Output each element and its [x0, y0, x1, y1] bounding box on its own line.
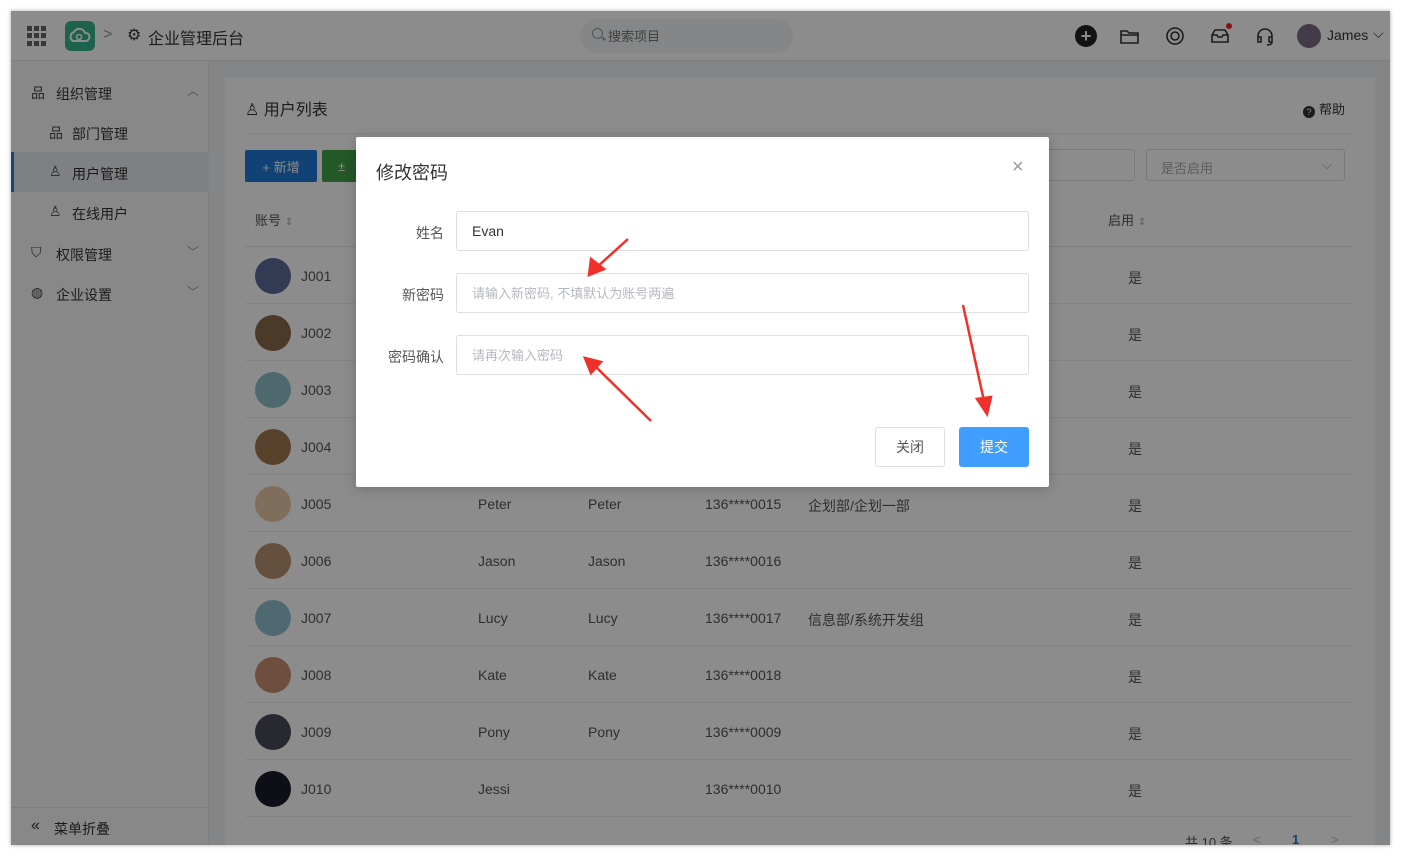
submit-button[interactable]: 提交 — [959, 427, 1029, 467]
app-window: > ⚙ 企业管理后台 + James ⌵ 品 组织管理 ︿ — [11, 11, 1390, 845]
name-field[interactable] — [456, 211, 1029, 251]
new-password-label: 新密码 — [402, 287, 444, 303]
close-button[interactable]: 关闭 — [875, 427, 945, 467]
dialog-title: 修改密码 — [376, 163, 448, 183]
new-password-field[interactable] — [456, 273, 1029, 313]
confirm-password-field[interactable] — [456, 335, 1029, 375]
confirm-password-label: 密码确认 — [388, 349, 444, 365]
close-icon[interactable]: × — [1012, 156, 1024, 179]
change-password-dialog: 修改密码 × 姓名 新密码 密码确认 关闭 提交 — [356, 137, 1049, 487]
name-label: 姓名 — [416, 225, 444, 241]
